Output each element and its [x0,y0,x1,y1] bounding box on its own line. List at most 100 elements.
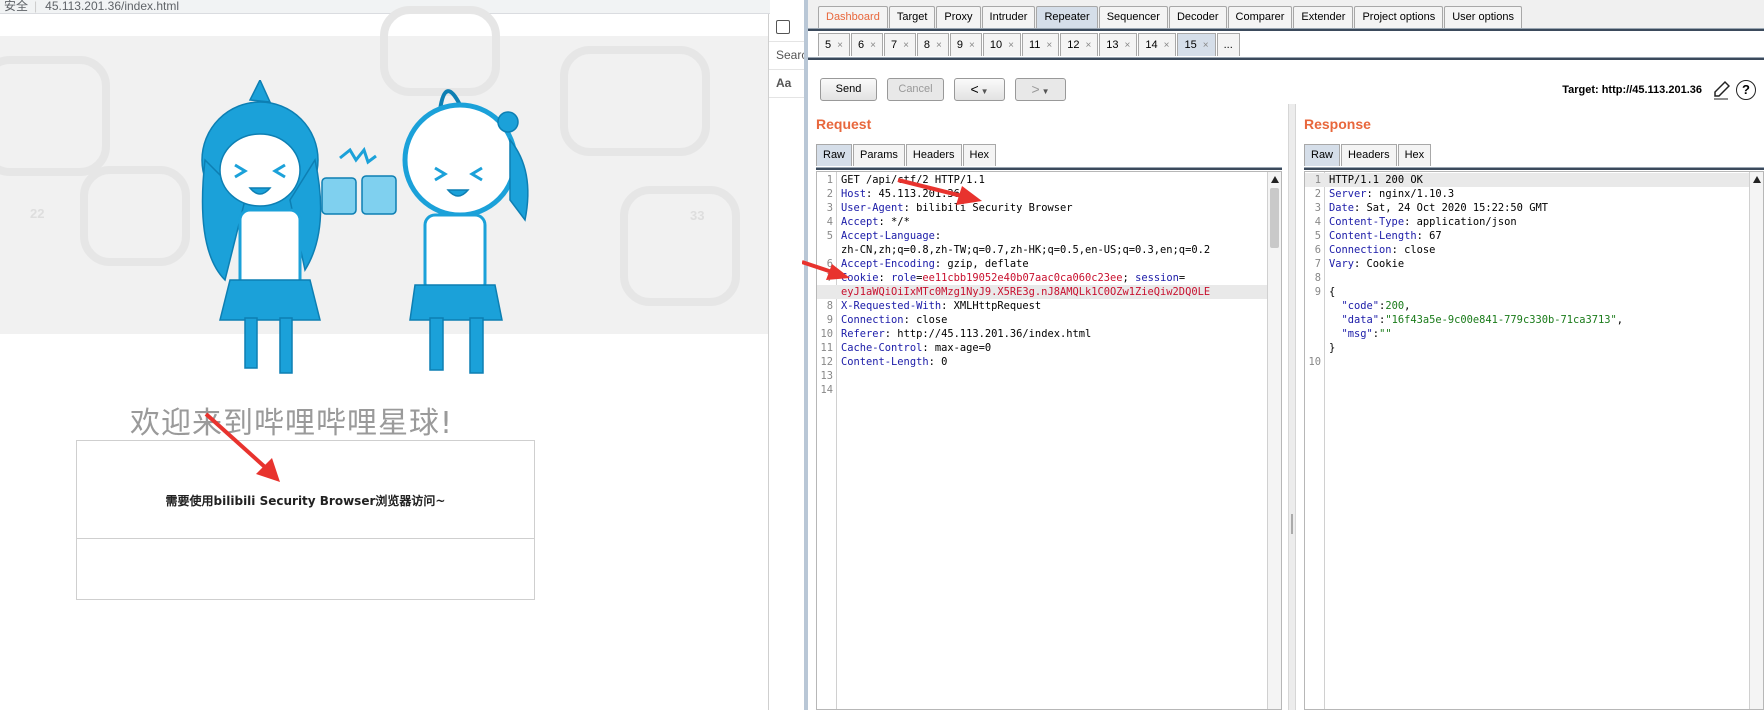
code-line[interactable]: 5 Content-Length: 67 [1305,229,1749,243]
devtools-search[interactable]: Searc [769,42,804,70]
code-line[interactable]: "data":"16f43a5e-9c00e841-779c330b-71ca3… [1305,313,1749,327]
cancel-button[interactable]: Cancel [887,78,944,101]
tab-proxy[interactable]: Proxy [936,6,981,28]
code-line[interactable]: 3 User-Agent: bilibili Security Browser [817,201,1267,215]
code-line[interactable]: 5 Accept-Language: [817,229,1267,243]
tab-response-headers[interactable]: Headers [1341,144,1397,166]
response-editor[interactable]: 1 HTTP/1.1 200 OK 2 Server: nginx/1.10.3 3 Da… [1304,171,1764,710]
repeater-tab[interactable]: 10 × [982,33,1021,56]
tab-extender[interactable]: Extender [1293,6,1354,28]
code-line[interactable]: 12 Content-Length: 0 [817,355,1267,369]
response-text[interactable]: 1 HTTP/1.1 200 OK 2 Server: nginx/1.10.3 3 Da… [1305,173,1749,369]
panel-splitter[interactable] [1288,104,1296,710]
tab-comparer[interactable]: Comparer [1227,6,1293,28]
repeater-new-tab[interactable]: ... [1216,33,1240,56]
tab-repeater[interactable]: Repeater [1036,6,1098,28]
back-label: < [970,81,979,97]
code-line[interactable]: 3 Date: Sat, 24 Oct 2020 15:22:50 GMT [1305,201,1749,215]
help-icon[interactable]: ? [1736,80,1756,100]
code-line[interactable]: 2 Server: nginx/1.10.3 [1305,187,1749,201]
code-line[interactable]: 4 Accept: */* [817,215,1267,229]
tab-decoder[interactable]: Decoder [1168,6,1227,28]
code-line[interactable]: 1 GET /api/ctf/2 HTTP/1.1 [817,173,1267,187]
request-scrollbar[interactable] [1267,172,1281,709]
repeater-tab[interactable]: 12 × [1060,33,1099,56]
close-icon[interactable]: × [1164,40,1170,51]
code-line[interactable]: 13 [817,369,1267,383]
response-scrollbar[interactable] [1749,172,1763,709]
code-line[interactable]: 6 Accept-Encoding: gzip, deflate [817,257,1267,271]
tab-dashboard[interactable]: Dashboard [818,6,888,28]
close-icon[interactable]: × [969,40,975,51]
close-icon[interactable]: × [1085,40,1091,51]
code-line[interactable]: 8 [1305,271,1749,285]
code-line[interactable]: zh-CN,zh;q=0.8,zh-TW;q=0.7,zh-HK;q=0.5,e… [817,243,1267,257]
code-line[interactable]: 11 Cache-Control: max-age=0 [817,341,1267,355]
scroll-up-icon[interactable] [1753,176,1761,183]
code-line[interactable]: 8 X-Requested-With: XMLHttpRequest [817,299,1267,313]
tab-intruder[interactable]: Intruder [981,6,1036,28]
security-indicator[interactable]: 安全 [4,0,28,13]
target-label[interactable]: Target: http://45.113.201.36 [1562,84,1702,96]
repeater-tab[interactable]: 11 × [1021,33,1060,56]
close-icon[interactable]: × [1046,40,1052,51]
tab-project-options[interactable]: Project options [1354,6,1444,28]
chevron-down-icon[interactable]: ▼ [1042,87,1050,96]
match-case-toggle[interactable]: Aa [769,70,804,98]
tab-request-headers[interactable]: Headers [905,144,962,166]
code-line[interactable]: 7 Vary: Cookie [1305,257,1749,271]
repeater-tab[interactable]: 5 × [818,33,850,56]
repeater-tab[interactable]: 8 × [916,33,949,56]
url-text[interactable]: 45.113.201.36/index.html [45,0,179,13]
repeater-tab[interactable]: 6 × [850,33,883,56]
code-line[interactable]: 14 [817,383,1267,397]
code-line[interactable]: 4 Content-Type: application/json [1305,215,1749,229]
code-line[interactable]: 6 Connection: close [1305,243,1749,257]
scroll-up-icon[interactable] [1271,176,1279,183]
splitter-grip[interactable] [1291,514,1293,534]
tab-sequencer[interactable]: Sequencer [1098,6,1168,28]
request-text[interactable]: 1 GET /api/ctf/2 HTTP/1.1 2 Host: 45.113.20… [817,173,1267,397]
repeater-tab[interactable]: 9 × [949,33,982,56]
back-button[interactable]: < ▼ [954,78,1005,101]
close-icon[interactable]: × [936,40,942,51]
inspect-icon[interactable] [776,20,790,34]
close-icon[interactable]: × [870,40,876,51]
tab-request-params[interactable]: Params [853,144,905,166]
inspect-row[interactable] [769,14,804,42]
code-line[interactable]: 10 [1305,355,1749,369]
forward-button[interactable]: > ▼ [1015,78,1066,101]
close-icon[interactable]: × [1125,40,1131,51]
tab-request-raw[interactable]: Raw [816,144,853,166]
code-line[interactable]: 1 HTTP/1.1 200 OK [1305,173,1749,187]
close-icon[interactable]: × [903,40,909,51]
pencil-icon[interactable] [1712,80,1730,100]
send-button[interactable]: Send [820,78,877,101]
scroll-thumb[interactable] [1270,188,1279,248]
tab-user-options[interactable]: User options [1444,6,1522,28]
code-line[interactable]: } [1305,341,1749,355]
code-line[interactable]: eyJ1aWQiOiIxMTc0Mzg1NyJ9.X5RE3g.nJ8AMQLk… [817,285,1267,299]
code-line[interactable]: "msg":"" [1305,327,1749,341]
close-icon[interactable]: × [837,40,843,51]
code-line[interactable]: 10 Referer: http://45.113.201.36/index.ht… [817,327,1267,341]
tab-response-raw[interactable]: Raw [1304,144,1341,166]
code-line[interactable]: 9 Connection: close [817,313,1267,327]
repeater-tab[interactable]: 7 × [883,33,916,56]
tab-response-hex[interactable]: Hex [1397,144,1432,166]
repeater-tab[interactable]: 14 × [1138,33,1177,56]
address-bar[interactable]: 安全 | 45.113.201.36/index.html [0,0,770,14]
code-line[interactable]: 9{ [1305,285,1749,299]
chevron-down-icon[interactable]: ▼ [981,87,989,96]
repeater-tab-label: 6 [857,39,865,51]
code-line[interactable]: 7 Cookie: role = ee11cbb19052e40b07aac0ca06… [817,271,1267,285]
request-editor[interactable]: 1 GET /api/ctf/2 HTTP/1.1 2 Host: 45.113.20… [816,171,1282,710]
close-icon[interactable]: × [1203,40,1209,51]
tab-target[interactable]: Target [888,6,936,28]
code-line[interactable]: 2 Host: 45.113.201.36 [817,187,1267,201]
repeater-tab-active[interactable]: 15 × [1177,33,1216,56]
code-line[interactable]: "code":200, [1305,299,1749,313]
tab-request-hex[interactable]: Hex [962,144,997,166]
repeater-tab[interactable]: 13 × [1099,33,1138,56]
close-icon[interactable]: × [1008,40,1014,51]
